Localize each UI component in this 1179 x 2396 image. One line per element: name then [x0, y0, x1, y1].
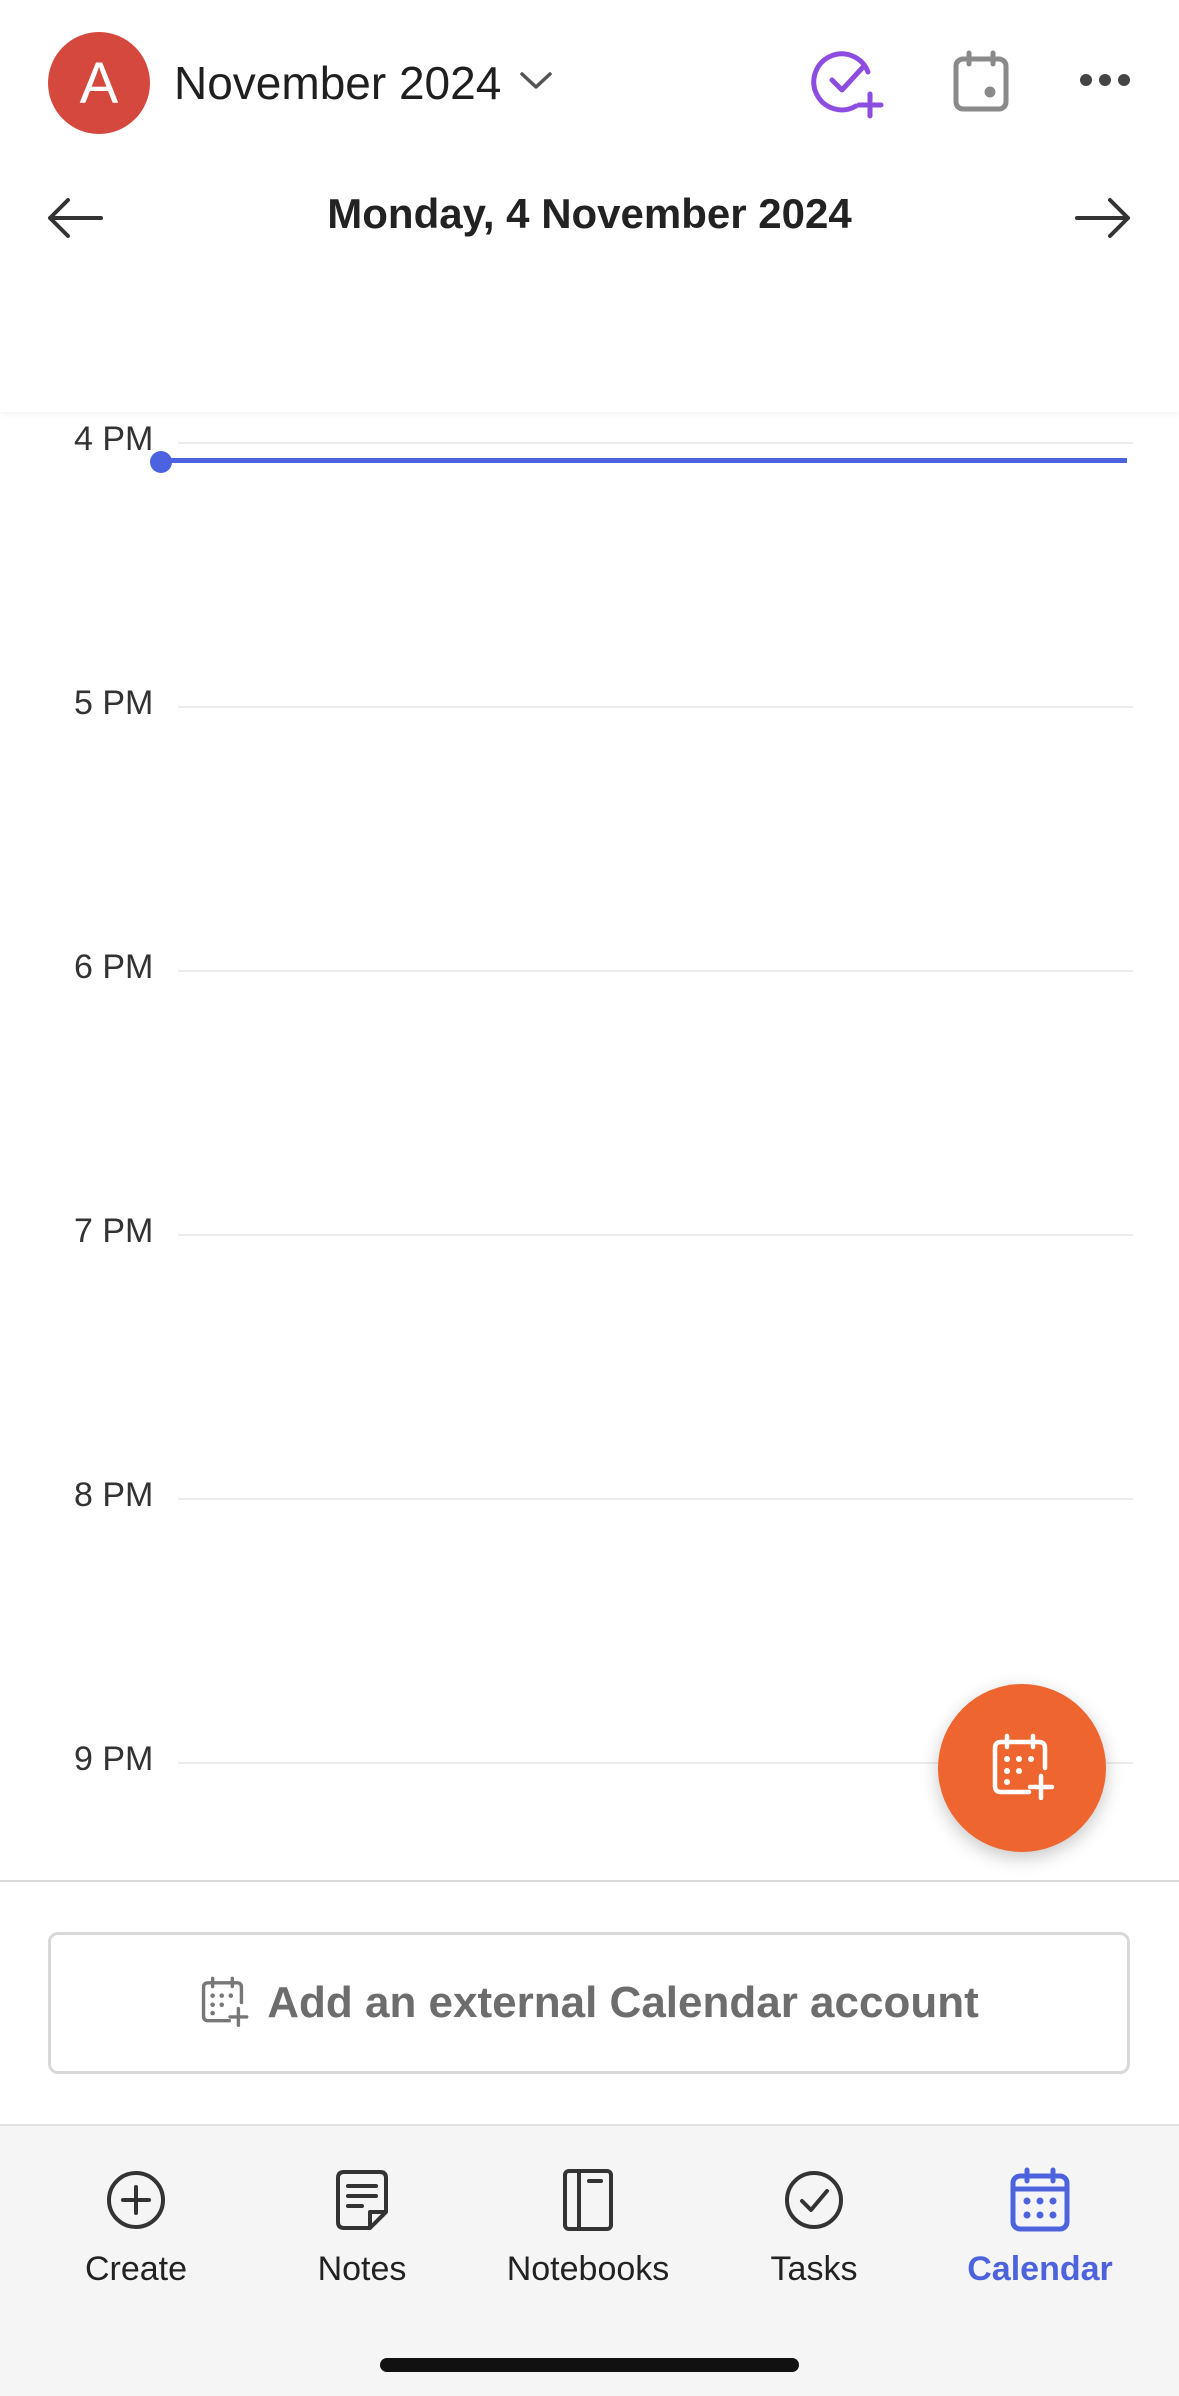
calendar-header: A November 2024 Monday, 4 November 2024: [0, 0, 1179, 412]
nav-label: Tasks: [770, 2250, 858, 2288]
hour-row: 5 PM: [0, 684, 1179, 722]
hour-row: 4 PM: [0, 420, 1179, 458]
hour-gridline: [178, 1498, 1133, 1500]
external-account-area: Add an external Calendar account: [0, 1880, 1179, 2124]
more-icon: [1079, 73, 1131, 92]
nav-item-create[interactable]: Create: [26, 2162, 246, 2289]
calendar-add-icon: [989, 1732, 1055, 1805]
nav-label: Create: [84, 2250, 188, 2288]
nav-label: Notebooks: [506, 2250, 670, 2288]
calendar-today-icon: [951, 49, 1011, 118]
hour-label: 9 PM: [74, 1740, 154, 1778]
today-button[interactable]: [948, 50, 1014, 116]
check-circle-icon: [783, 2162, 845, 2238]
hour-row: 7 PM: [0, 1212, 1179, 1250]
hour-row: 8 PM: [0, 1476, 1179, 1514]
hour-gridline: [178, 1234, 1133, 1236]
nav-label: Calendar: [967, 2250, 1113, 2288]
notebook-icon: [561, 2162, 615, 2238]
hour-gridline: [178, 706, 1133, 708]
calendar-add-icon: [199, 1975, 249, 2032]
more-options-button[interactable]: [1070, 60, 1140, 104]
hour-label: 5 PM: [74, 684, 154, 722]
next-day-button[interactable]: [1068, 190, 1138, 250]
hour-gridline: [178, 970, 1133, 972]
home-indicator: [380, 2358, 799, 2372]
hour-label: 6 PM: [74, 948, 154, 986]
nav-item-notebooks[interactable]: Notebooks: [478, 2162, 698, 2289]
arrow-right-icon: [1073, 196, 1133, 245]
avatar[interactable]: A: [48, 32, 150, 134]
hour-label: 7 PM: [74, 1212, 154, 1250]
month-picker-button[interactable]: November 2024: [174, 46, 553, 120]
add-task-button[interactable]: [808, 46, 884, 122]
selected-date-title: Monday, 4 November 2024: [327, 190, 852, 237]
new-event-button[interactable]: [938, 1684, 1106, 1852]
bottom-navigation: Create Notes Notebooks Tasks Calendar: [0, 2124, 1179, 2396]
current-time-line: [160, 458, 1127, 463]
plus-circle-icon: [105, 2162, 167, 2238]
hour-label: 8 PM: [74, 1476, 154, 1514]
calendar-screen: A November 2024 Monday, 4 November 2024 …: [0, 0, 1179, 2396]
avatar-letter: A: [79, 50, 119, 116]
add-external-calendar-button[interactable]: Add an external Calendar account: [48, 1932, 1130, 2074]
add-external-calendar-label: Add an external Calendar account: [267, 1978, 979, 2027]
note-icon: [334, 2162, 390, 2238]
hour-label: 4 PM: [74, 420, 154, 458]
hour-gridline: [178, 442, 1133, 444]
chevron-down-icon: [519, 71, 553, 96]
nav-label: Notes: [317, 2250, 407, 2288]
nav-item-calendar[interactable]: Calendar: [930, 2162, 1150, 2289]
nav-item-notes[interactable]: Notes: [252, 2162, 472, 2289]
day-timeline[interactable]: 4 PM 5 PM 6 PM 7 PM 8 PM 9 PM: [0, 412, 1179, 1880]
hour-row: 6 PM: [0, 948, 1179, 986]
month-label: November 2024: [174, 57, 502, 109]
current-time-dot: [150, 451, 172, 473]
nav-item-tasks[interactable]: Tasks: [704, 2162, 924, 2289]
task-add-icon: [808, 44, 884, 125]
calendar-icon: [1009, 2162, 1071, 2238]
